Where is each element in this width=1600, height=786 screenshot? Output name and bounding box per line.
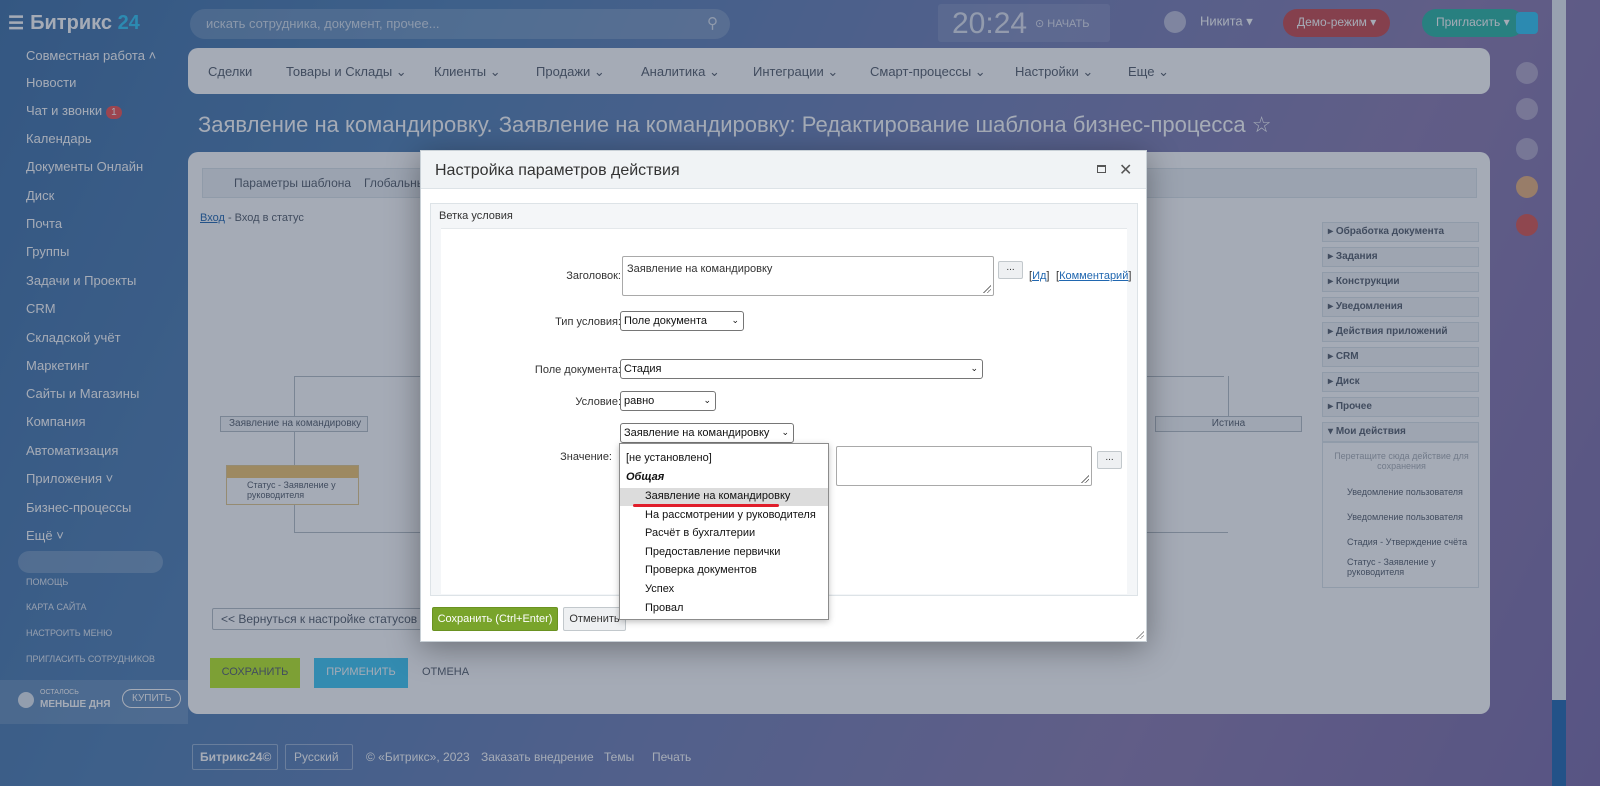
condition-type-label: Тип условия:	[555, 316, 621, 328]
resize-handle-icon[interactable]	[982, 284, 991, 293]
condition-value: равно	[624, 395, 655, 407]
dropdown-option-unset[interactable]: [не установлено]	[620, 450, 828, 468]
dropdown-option[interactable]: Проверка документов	[620, 562, 828, 580]
maximize-icon[interactable]	[1097, 165, 1106, 173]
title-dots-button[interactable]: ...	[998, 261, 1023, 279]
resize-handle-icon[interactable]	[1080, 474, 1089, 483]
condition-label: Условие:	[575, 396, 621, 408]
chevron-down-icon: ⌄	[970, 363, 978, 373]
dropdown-option[interactable]: Предоставление первички	[620, 544, 828, 562]
section-title: Ветка условия	[439, 210, 513, 222]
dropdown-option[interactable]: Провал	[620, 600, 828, 618]
dropdown-group-label: Общая	[626, 471, 665, 483]
condition-type-value: Поле документа	[624, 315, 708, 327]
dialog-cancel-button[interactable]: Отменить	[563, 607, 626, 631]
dialog-header: Настройка параметров действия ✕	[421, 151, 1146, 189]
value-textarea[interactable]	[836, 446, 1092, 486]
close-icon[interactable]: ✕	[1119, 160, 1132, 180]
value-select[interactable]: Заявление на командировку ⌄	[620, 423, 794, 443]
chevron-down-icon: ⌄	[703, 395, 711, 405]
action-settings-dialog: Настройка параметров действия ✕ Ветка ус…	[420, 150, 1147, 642]
title-textarea[interactable]: Заявление на командировку	[622, 256, 994, 296]
dropdown-option[interactable]: Успех	[620, 581, 828, 599]
document-field-label: Поле документа:	[534, 364, 621, 376]
id-link-wrap: [Ид]	[1029, 270, 1050, 282]
value-label: Значение:	[560, 451, 612, 463]
title-label: Заголовок:	[566, 270, 621, 282]
comment-link[interactable]: Комментарий	[1059, 270, 1128, 282]
condition-select[interactable]: равно ⌄	[620, 391, 716, 411]
value-select-value: Заявление на командировку	[624, 427, 770, 439]
dropdown-option[interactable]: На рассмотрении у руководителя	[620, 507, 828, 525]
dialog-resize-icon[interactable]	[1135, 630, 1144, 639]
title-value: Заявление на командировку	[627, 263, 773, 275]
dialog-save-button[interactable]: Сохранить (Ctrl+Enter)	[432, 607, 558, 631]
dialog-form: Заголовок: Заявление на командировку ...…	[441, 228, 1131, 620]
chevron-down-icon: ⌄	[781, 427, 789, 437]
dialog-body: Ветка условия Заголовок: Заявление на ко…	[430, 203, 1138, 620]
id-link[interactable]: Ид	[1032, 270, 1046, 282]
document-field-select[interactable]: Стадия ⌄	[620, 359, 983, 379]
comment-link-wrap: [Комментарий]	[1056, 270, 1132, 282]
value-dropdown-list: [не установлено] Общая Заявление на кома…	[619, 443, 829, 620]
condition-type-select[interactable]: Поле документа ⌄	[620, 311, 744, 331]
chevron-down-icon: ⌄	[731, 315, 739, 325]
value-dots-button[interactable]: ...	[1097, 451, 1122, 469]
dialog-title: Настройка параметров действия	[435, 162, 680, 179]
dropdown-option[interactable]: Расчёт в бухгалтерии	[620, 525, 828, 543]
document-field-value: Стадия	[624, 363, 662, 375]
